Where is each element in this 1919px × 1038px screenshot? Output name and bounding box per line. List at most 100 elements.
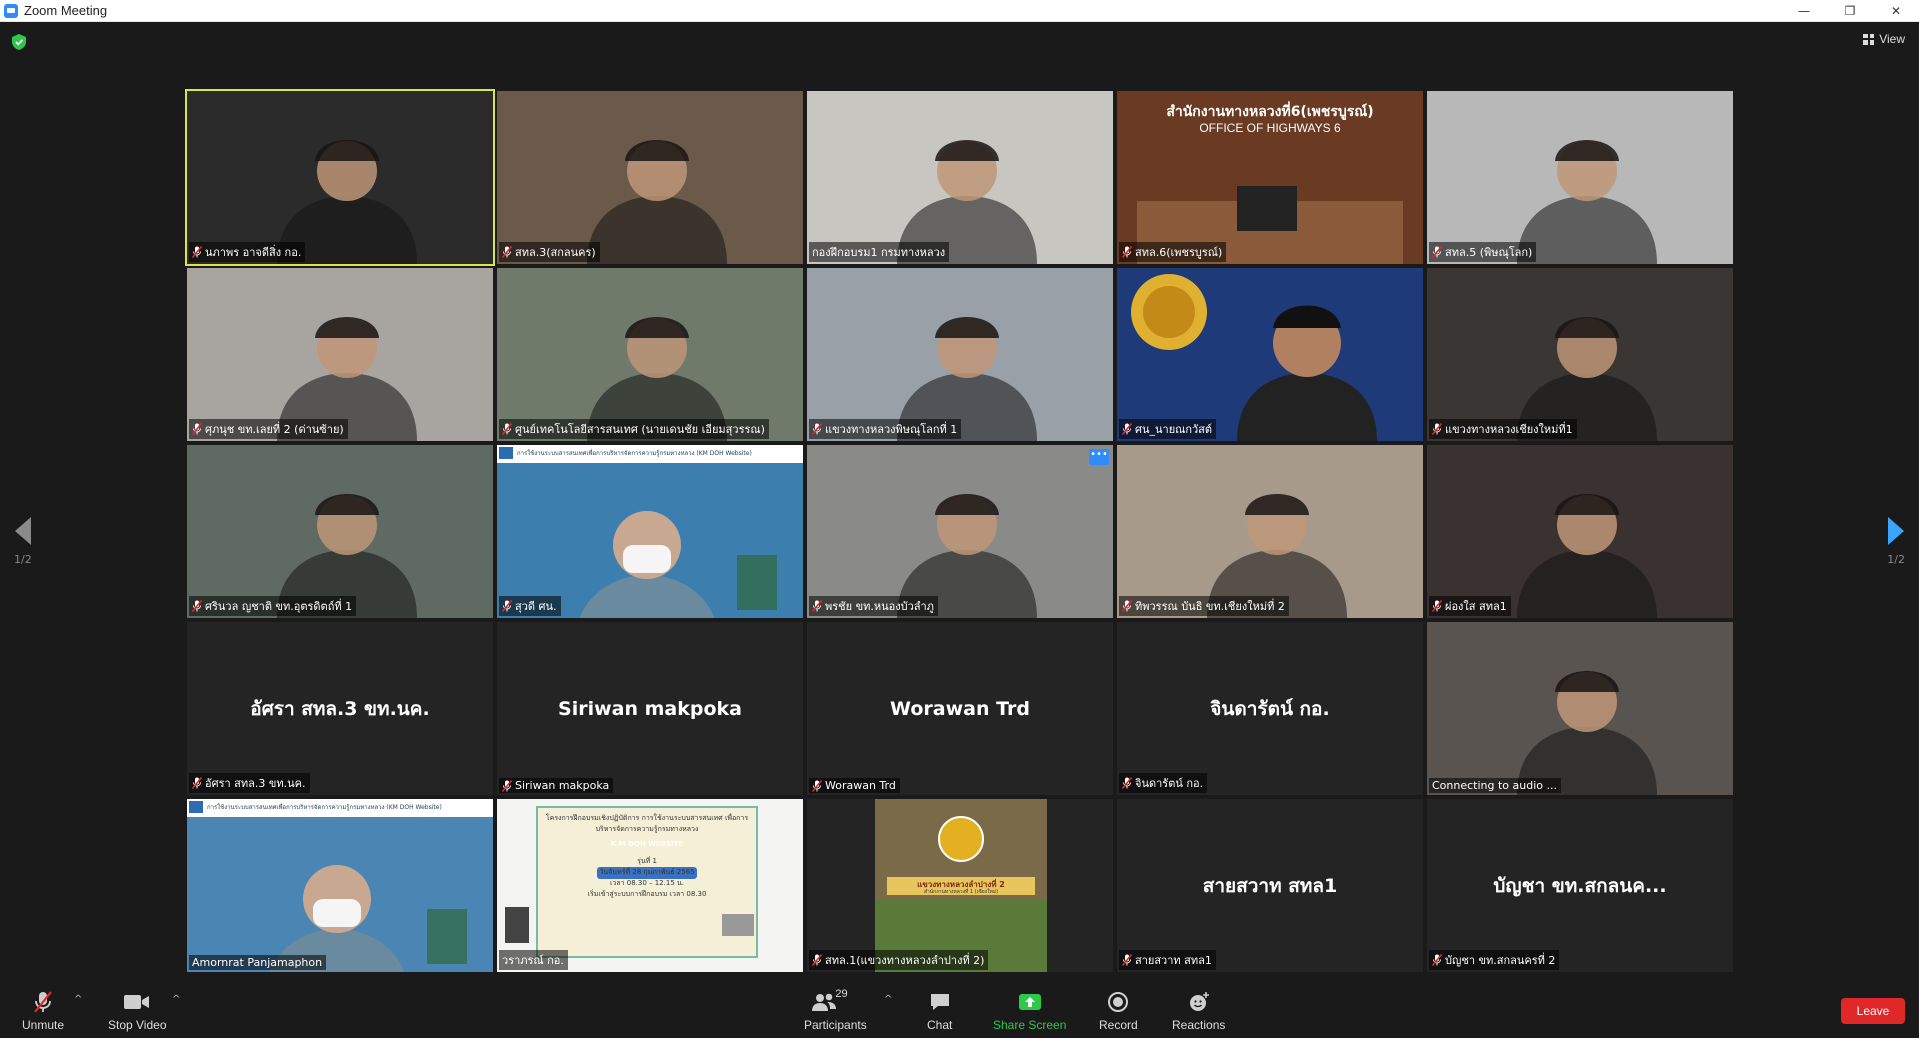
participants-button[interactable]: 29 Participants: [804, 988, 867, 1032]
meeting-toolbar: Unmute ^ Stop Video ^ 29 Participants ^: [0, 980, 1919, 1038]
video-frame-illustration: [1517, 671, 1657, 795]
participant-name-tag: สทล.6(เพชรบูรณ์): [1119, 242, 1227, 262]
participant-name: บัญชา ขท.สกลนครที่ 2: [1445, 954, 1556, 967]
view-button[interactable]: View: [1863, 32, 1905, 46]
chat-button[interactable]: Chat: [927, 990, 952, 1032]
restore-button[interactable]: ❐: [1827, 0, 1873, 22]
participant-tile[interactable]: กองฝึกอบรม1 กรมทางหลวง: [807, 91, 1113, 264]
video-options-caret-icon[interactable]: ^: [172, 994, 180, 1005]
muted-microphone-icon: [812, 954, 822, 966]
participant-name-tag: กองฝึกอบรม1 กรมทางหลวง: [809, 242, 950, 262]
participant-tile[interactable]: Worawan Trd Worawan Trd: [807, 622, 1113, 795]
participants-caret-icon[interactable]: ^: [884, 994, 892, 1005]
video-frame-illustration: [587, 317, 727, 441]
muted-microphone-icon: [812, 423, 822, 435]
stop-video-button[interactable]: Stop Video: [108, 990, 167, 1032]
poster-round: รุ่นที่ 1: [637, 857, 657, 865]
participant-name: สทล.1(แขวงทางหลวงลำปางที่ 2): [825, 954, 985, 967]
training-poster: โครงการฝึกอบรมเชิงปฏิบัติการ การใช้งานระ…: [541, 813, 753, 900]
video-frame-illustration: [1517, 140, 1657, 264]
participant-tile[interactable]: ผ่องใส สทล1: [1427, 445, 1733, 618]
participant-name-tag: ศรินวล ญชาติ ขท.อุตรดิตถ์ที่ 1: [189, 596, 357, 616]
previous-page[interactable]: 1/2: [14, 517, 32, 566]
participant-tile[interactable]: ศน_นายณกวัสต์: [1117, 268, 1423, 441]
participant-name-tag: Siriwan makpoka: [499, 778, 614, 793]
video-frame-illustration: [897, 317, 1037, 441]
next-page[interactable]: 1/2: [1887, 517, 1905, 566]
participant-tile[interactable]: อัศรา สทล.3 ขท.นค. อัศรา สทล.3 ขท.นค.: [187, 622, 493, 795]
participant-name: สทล.5 (พิษณุโลก): [1445, 246, 1533, 259]
participant-tile[interactable]: แขวงทางหลวงพิษณุโลกที่ 1: [807, 268, 1113, 441]
participant-name-tag: สทล.1(แขวงทางหลวงลำปางที่ 2): [809, 950, 989, 970]
participant-tile[interactable]: บัญชา ขท.สกลนค... บัญชา ขท.สกลนครที่ 2: [1427, 799, 1733, 972]
participant-name-tag: สายสวาท สทล1: [1119, 950, 1216, 970]
unmute-button[interactable]: Unmute: [22, 990, 64, 1032]
participant-name-tag: บัญชา ขท.สกลนครที่ 2: [1429, 950, 1560, 970]
page-indicator-left: 1/2: [14, 553, 32, 566]
participant-name: Siriwan makpoka: [515, 779, 610, 792]
muted-microphone-icon: [1122, 246, 1132, 258]
share-screen-button[interactable]: Share Screen: [993, 990, 1066, 1032]
participant-name: ทิพวรรณ บันธิ ขท.เชียงใหม่ที่ 2: [1135, 600, 1285, 613]
video-frame-illustration: [187, 799, 493, 972]
muted-microphone-icon: [192, 246, 202, 258]
participant-tile[interactable]: ศรินวล ญชาติ ขท.อุตรดิตถ์ที่ 1: [187, 445, 493, 618]
participant-tile[interactable]: โครงการฝึกอบรมเชิงปฏิบัติการ การใช้งานระ…: [497, 799, 803, 972]
participant-name-tag: Amornrat Panjamaphon: [189, 955, 327, 970]
participant-tile[interactable]: สายสวาท สทล1 สายสวาท สทล1: [1117, 799, 1423, 972]
video-frame-illustration: [497, 445, 803, 618]
video-frame-illustration: [277, 140, 417, 264]
participant-tile[interactable]: แขวงทางหลวงเชียงใหม่ที่1: [1427, 268, 1733, 441]
meeting-area: View 1/2 1/2 นภาพร อาจดีสิ่ง กอ. สทล.3(สก…: [0, 22, 1919, 980]
participant-tile[interactable]: ศูนย์เทคโนโลยีสารสนเทศ (นายเดนชัย เอียมส…: [497, 268, 803, 441]
participant-tile[interactable]: ••• พรชัย ขท.หนองบัวลำภู: [807, 445, 1113, 618]
participant-tile[interactable]: ศุภนุช ขท.เลยที่ 2 (ด่านซ้าย): [187, 268, 493, 441]
page-indicator-right: 1/2: [1887, 553, 1905, 566]
participant-name: ศูนย์เทคโนโลยีสารสนเทศ (นายเดนชัย เอียมส…: [515, 423, 765, 436]
video-frame-illustration: [587, 140, 727, 264]
participant-tile[interactable]: Connecting to audio ...: [1427, 622, 1733, 795]
smiley-plus-icon: [1189, 992, 1209, 1011]
reactions-button[interactable]: Reactions: [1172, 990, 1225, 1032]
participant-display-name: อัศรา สทล.3 ขท.นค.: [250, 697, 430, 720]
participant-tile[interactable]: จินดารัตน์ กอ. จินดารัตน์ กอ.: [1117, 622, 1423, 795]
minimize-button[interactable]: —: [1781, 0, 1827, 22]
participant-name: จินดารัตน์ กอ.: [1135, 777, 1204, 790]
participant-tile[interactable]: Siriwan makpoka Siriwan makpoka: [497, 622, 803, 795]
muted-microphone-icon: [502, 779, 512, 792]
muted-microphone-icon: [502, 600, 512, 612]
muted-microphone-icon: [502, 246, 512, 258]
participant-tile[interactable]: สำนักงานทางหลวงที่6(เพชรบูรณ์) OFFICE OF …: [1117, 91, 1423, 264]
participant-tile[interactable]: แขวงทางหลวงลำปางที่ 2 สำนักงานทางหลวงที่ …: [807, 799, 1113, 972]
muted-microphone-icon: [1122, 777, 1132, 789]
close-button[interactable]: ✕: [1873, 0, 1919, 22]
participant-name: ศุภนุช ขท.เลยที่ 2 (ด่านซ้าย): [205, 423, 344, 436]
participant-name: แขวงทางหลวงพิษณุโลกที่ 1: [825, 423, 958, 436]
participant-tile[interactable]: การใช้งานระบบสารสนเทศเพื่อการบริหารจัดกา…: [497, 445, 803, 618]
muted-microphone-icon: [502, 423, 512, 435]
leave-button[interactable]: Leave: [1841, 998, 1905, 1024]
more-options-icon[interactable]: •••: [1089, 449, 1109, 465]
video-frame-illustration: [1207, 494, 1347, 618]
participant-name: นภาพร อาจดีสิ่ง กอ.: [205, 246, 302, 259]
participant-tile[interactable]: นภาพร อาจดีสิ่ง กอ.: [185, 89, 495, 266]
video-frame-illustration: [897, 494, 1037, 618]
participant-name-tag: Worawan Trd: [809, 778, 900, 793]
participant-tile[interactable]: สทล.3(สกลนคร): [497, 91, 803, 264]
participants-count: 29: [835, 988, 848, 1000]
participant-name-tag: ศูนย์เทคโนโลยีสารสนเทศ (นายเดนชัย เอียมส…: [499, 419, 769, 439]
video-frame-illustration: [1131, 274, 1377, 441]
participant-name: สทล.6(เพชรบูรณ์): [1135, 246, 1223, 259]
participant-tile[interactable]: ทิพวรรณ บันธิ ขท.เชียงใหม่ที่ 2: [1117, 445, 1423, 618]
audio-options-caret-icon[interactable]: ^: [74, 994, 82, 1005]
record-button[interactable]: Record: [1099, 990, 1138, 1032]
arrow-right-icon[interactable]: [1888, 517, 1905, 545]
participant-tile[interactable]: สทล.5 (พิษณุโลก): [1427, 91, 1733, 264]
poster-time: เวลา 08.30 – 12.15 น.: [609, 879, 685, 887]
participant-name: สทล.3(สกลนคร): [515, 246, 596, 259]
muted-microphone-icon: [812, 779, 822, 792]
arrow-left-icon[interactable]: [14, 517, 31, 545]
share-screen-icon: [1018, 994, 1041, 1010]
participant-tile[interactable]: การใช้งานระบบสารสนเทศเพื่อการบริหารจัดกา…: [187, 799, 493, 972]
security-shield-icon[interactable]: [12, 34, 26, 50]
